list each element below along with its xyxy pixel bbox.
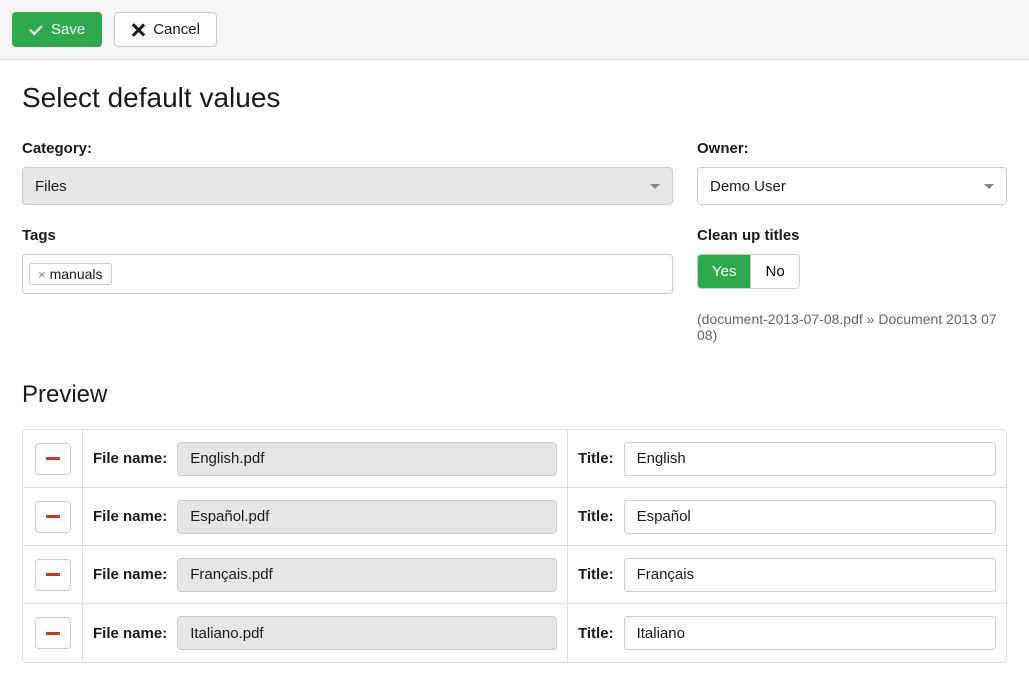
tag-chip[interactable]: × manuals xyxy=(29,263,112,285)
filename-input xyxy=(177,558,557,592)
title-input[interactable] xyxy=(624,558,996,592)
category-label: Category: xyxy=(22,140,673,157)
tag-label: manuals xyxy=(50,266,103,282)
cleanup-no-button[interactable]: No xyxy=(750,255,798,288)
category-value: Files xyxy=(35,178,67,195)
tags-label: Tags xyxy=(22,227,673,244)
tag-remove-icon[interactable]: × xyxy=(38,267,46,282)
cleanup-field: Clean up titles Yes No (document-2013-07… xyxy=(697,227,1007,343)
filename-label: File name: xyxy=(93,625,167,642)
check-icon xyxy=(29,25,43,35)
minus-icon xyxy=(46,573,60,576)
title-label: Title: xyxy=(578,566,614,583)
chevron-down-icon xyxy=(984,184,994,189)
owner-field: Owner: Demo User xyxy=(697,140,1007,205)
remove-cell xyxy=(23,546,83,603)
title-cell: Title: xyxy=(568,546,1006,603)
toolbar: Save Cancel xyxy=(0,0,1029,60)
table-row: File name: Title: xyxy=(23,430,1006,488)
owner-select[interactable]: Demo User xyxy=(697,167,1007,205)
title-input[interactable] xyxy=(624,442,996,476)
page-title: Select default values xyxy=(22,82,1007,114)
title-input[interactable] xyxy=(624,500,996,534)
title-cell: Title: xyxy=(568,430,1006,487)
title-label: Title: xyxy=(578,625,614,642)
title-label: Title: xyxy=(578,450,614,467)
owner-value: Demo User xyxy=(710,178,786,195)
tags-input[interactable]: × manuals xyxy=(22,254,673,294)
remove-cell xyxy=(23,430,83,487)
cleanup-toggle: Yes No xyxy=(697,254,800,289)
filename-cell: File name: xyxy=(83,604,568,662)
table-row: File name: Title: xyxy=(23,546,1006,604)
title-label: Title: xyxy=(578,508,614,525)
filename-label: File name: xyxy=(93,508,167,525)
form-row-1: Category: Files Owner: Demo User xyxy=(22,140,1007,205)
save-button-label: Save xyxy=(51,21,85,38)
filename-cell: File name: xyxy=(83,546,568,603)
cleanup-label: Clean up titles xyxy=(697,227,1007,244)
preview-heading: Preview xyxy=(22,381,1007,409)
title-cell: Title: xyxy=(568,604,1006,662)
remove-button[interactable] xyxy=(35,617,71,649)
title-input[interactable] xyxy=(624,616,996,650)
category-select[interactable]: Files xyxy=(22,167,673,205)
minus-icon xyxy=(46,515,60,518)
tags-field: Tags × manuals xyxy=(22,227,673,343)
owner-label: Owner: xyxy=(697,140,1007,157)
filename-cell: File name: xyxy=(83,430,568,487)
remove-button[interactable] xyxy=(35,501,71,533)
remove-cell xyxy=(23,488,83,545)
content: Select default values Category: Files Ow… xyxy=(0,60,1029,685)
filename-label: File name: xyxy=(93,566,167,583)
cancel-button[interactable]: Cancel xyxy=(114,12,217,47)
minus-icon xyxy=(46,457,60,460)
preview-table: File name: Title: File name: Title: xyxy=(22,429,1007,663)
table-row: File name: Title: xyxy=(23,604,1006,662)
cancel-button-label: Cancel xyxy=(153,21,200,38)
table-row: File name: Title: xyxy=(23,488,1006,546)
category-field: Category: Files xyxy=(22,140,673,205)
filename-input xyxy=(177,616,557,650)
cleanup-hint: (document-2013-07-08.pdf » Document 2013… xyxy=(697,311,1007,343)
filename-cell: File name: xyxy=(83,488,568,545)
remove-button[interactable] xyxy=(35,559,71,591)
filename-label: File name: xyxy=(93,450,167,467)
close-icon xyxy=(131,23,145,37)
filename-input xyxy=(177,500,557,534)
cleanup-yes-button[interactable]: Yes xyxy=(698,255,750,288)
chevron-down-icon xyxy=(650,184,660,189)
remove-cell xyxy=(23,604,83,662)
minus-icon xyxy=(46,632,60,635)
title-cell: Title: xyxy=(568,488,1006,545)
save-button[interactable]: Save xyxy=(12,12,102,47)
form-row-2: Tags × manuals Clean up titles Yes No (d… xyxy=(22,227,1007,343)
remove-button[interactable] xyxy=(35,443,71,475)
filename-input xyxy=(177,442,557,476)
